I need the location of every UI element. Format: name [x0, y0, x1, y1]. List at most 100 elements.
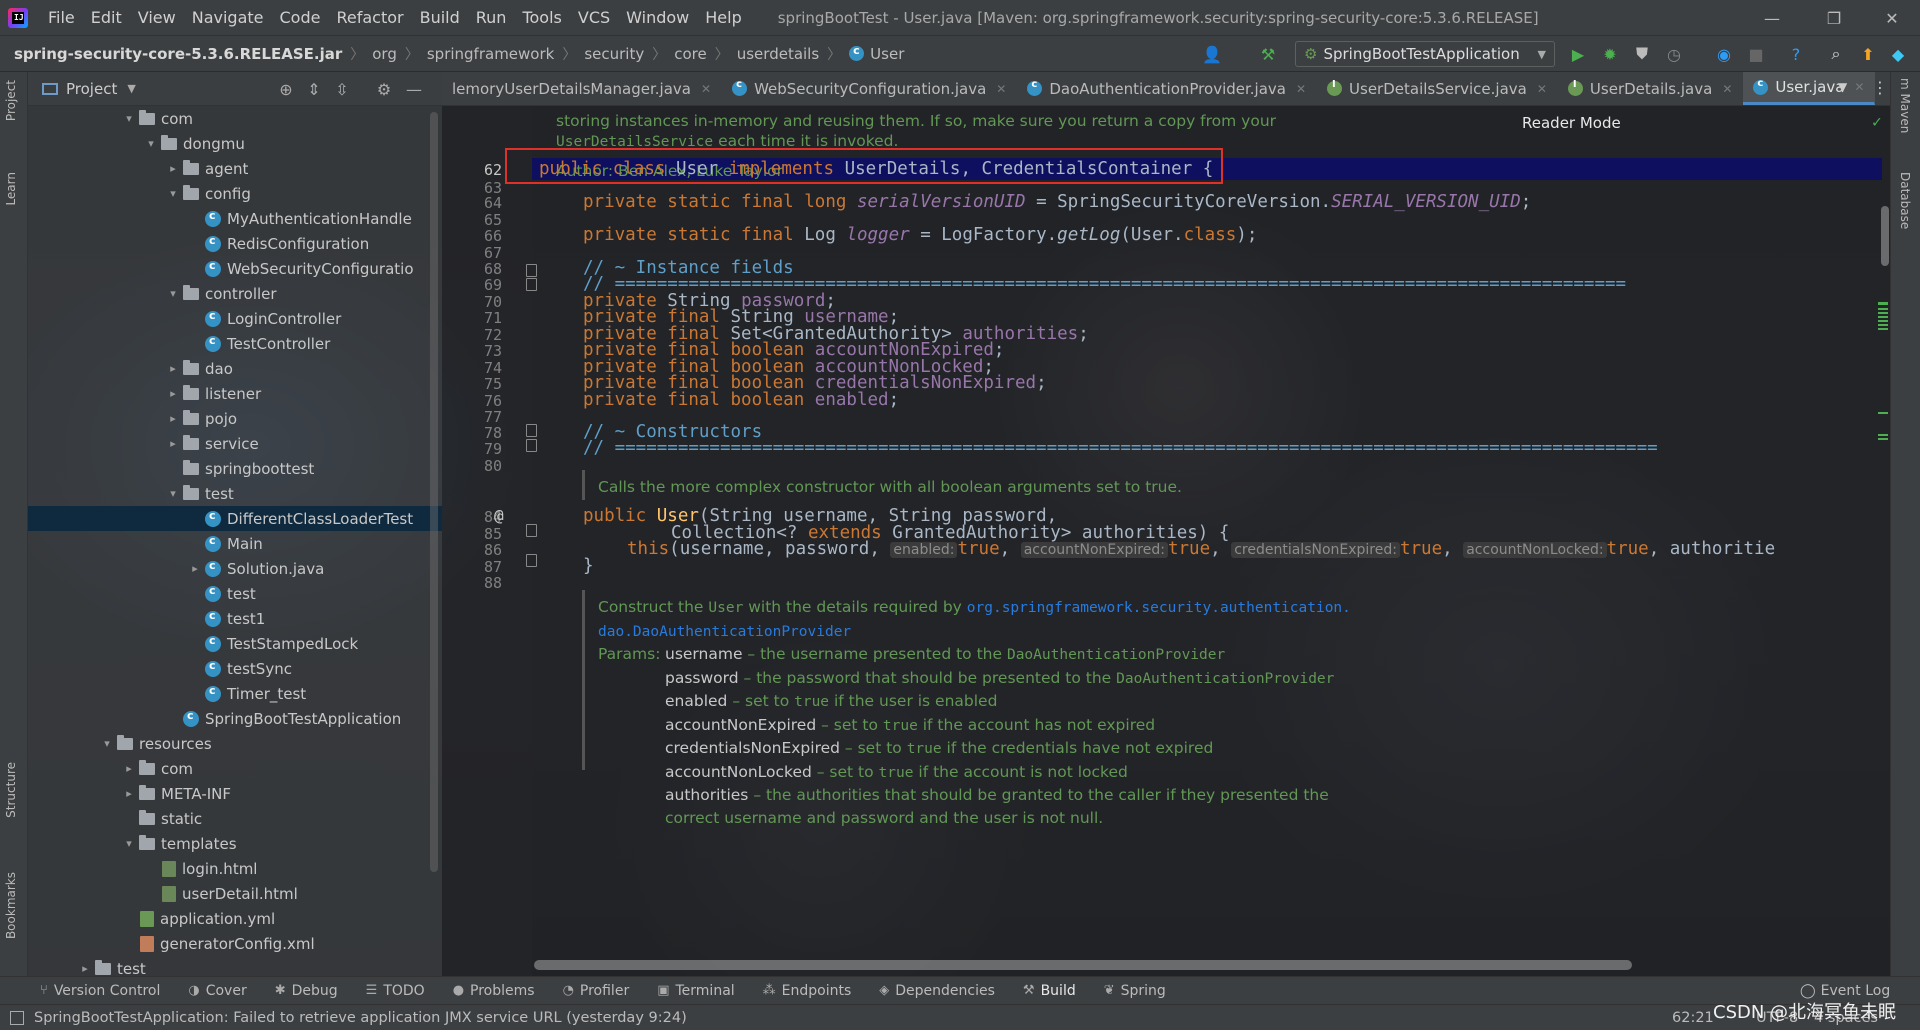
- vtab-learn[interactable]: Learn: [4, 172, 18, 206]
- tree-item[interactable]: Timer_test: [28, 681, 442, 706]
- tree-item[interactable]: SpringBootTestApplication: [28, 706, 442, 731]
- breadcrumb-springframework[interactable]: springframework: [427, 45, 554, 63]
- vtab-database[interactable]: Database: [1898, 172, 1912, 229]
- tree-item[interactable]: testSync: [28, 656, 442, 681]
- close-tab-icon[interactable]: ✕: [1854, 80, 1864, 94]
- tree-item[interactable]: ▸ pojo: [28, 406, 442, 431]
- tree-item[interactable]: Main: [28, 531, 442, 556]
- more-icon[interactable]: ⋮: [1872, 78, 1888, 97]
- tool-tab-cover[interactable]: ◑ Cover: [188, 983, 246, 999]
- chevron-down-icon[interactable]: ▼: [1838, 80, 1847, 94]
- tool-tab-version-control[interactable]: ⑂ Version Control: [40, 983, 160, 999]
- close-tab-icon[interactable]: ✕: [701, 82, 711, 96]
- tree-item[interactable]: TestController: [28, 331, 442, 356]
- tree-item[interactable]: LoginController: [28, 306, 442, 331]
- tree-item[interactable]: ▸ META-INF: [28, 781, 442, 806]
- minimize-icon[interactable]: —: [1744, 0, 1800, 36]
- doc-link[interactable]: dao.DaoAuthenticationProvider: [598, 624, 851, 640]
- menu-view[interactable]: View: [130, 0, 184, 36]
- editor-tab[interactable]: UserDetails.java ✕: [1558, 72, 1743, 105]
- editor-tab[interactable]: UserDetailsService.java ✕: [1317, 72, 1558, 105]
- doc-link[interactable]: org.springframework.security.authenticat…: [967, 600, 1351, 616]
- breadcrumb-org[interactable]: org: [372, 45, 397, 63]
- breadcrumb-jar[interactable]: spring-security-core-5.3.6.RELEASE.jar: [14, 45, 342, 63]
- chevron-right-icon[interactable]: ▸: [122, 787, 136, 800]
- code-editor[interactable]: Reader Mode ✓ storing instances in-memor…: [442, 106, 1890, 976]
- chevron-right-icon[interactable]: ▸: [166, 412, 180, 425]
- close-tab-icon[interactable]: ✕: [1537, 82, 1547, 96]
- tree-item[interactable]: application.yml: [28, 906, 442, 931]
- tool-tab-debug[interactable]: ✱ Debug: [275, 983, 338, 999]
- tree-item[interactable]: ▾ resources: [28, 731, 442, 756]
- search-icon[interactable]: ⌕: [1826, 44, 1846, 64]
- user-account-icon[interactable]: 👤: [1202, 44, 1222, 64]
- menu-edit[interactable]: Edit: [83, 0, 130, 36]
- fold-icon[interactable]: [526, 264, 537, 277]
- debug-icon[interactable]: ✹: [1600, 44, 1620, 64]
- tree-item[interactable]: ▾ config: [28, 181, 442, 206]
- chevron-down-icon[interactable]: ▾: [100, 737, 114, 750]
- profile-icon[interactable]: ◷: [1664, 44, 1684, 64]
- menu-refactor[interactable]: Refactor: [328, 0, 411, 36]
- menu-build[interactable]: Build: [412, 0, 468, 36]
- chevron-down-icon[interactable]: ▾: [166, 487, 180, 500]
- toolbox-icon[interactable]: ◆: [1888, 44, 1908, 64]
- menu-tools[interactable]: Tools: [514, 0, 569, 36]
- chevron-down-icon[interactable]: ▾: [122, 112, 136, 125]
- annotation-at-icon[interactable]: @: [494, 506, 504, 525]
- editor-tab[interactable]: User.java ✕: [1743, 72, 1876, 105]
- tree-item[interactable]: ▾ templates: [28, 831, 442, 856]
- fold-icon[interactable]: [526, 554, 537, 567]
- chevron-right-icon[interactable]: ▸: [166, 362, 180, 375]
- vtab-bookmarks[interactable]: Bookmarks: [4, 872, 18, 939]
- menu-vcs[interactable]: VCS: [570, 0, 618, 36]
- chevron-right-icon[interactable]: ▸: [166, 387, 180, 400]
- tool-tab-problems[interactable]: ● Problems: [453, 983, 535, 999]
- chevron-down-icon[interactable]: ▾: [122, 837, 136, 850]
- event-log-button[interactable]: ◯ Event Log: [1800, 983, 1890, 999]
- editor-tab[interactable]: DaoAuthenticationProvider.java ✕: [1017, 72, 1317, 105]
- tree-item[interactable]: RedisConfiguration: [28, 231, 442, 256]
- chevron-down-icon[interactable]: ▾: [166, 187, 180, 200]
- menu-code[interactable]: Code: [272, 0, 329, 36]
- close-icon[interactable]: ✕: [1864, 0, 1920, 36]
- tree-item[interactable]: test1: [28, 606, 442, 631]
- tree-item[interactable]: ▾ dongmu: [28, 131, 442, 156]
- tree-item[interactable]: static: [28, 806, 442, 831]
- stop-icon[interactable]: ■: [1746, 44, 1766, 64]
- tool-tab-profiler[interactable]: ◔ Profiler: [563, 983, 630, 999]
- vtab-project[interactable]: Project: [4, 80, 18, 121]
- horizontal-scrollbar[interactable]: [534, 960, 1632, 970]
- chevron-down-icon[interactable]: ▼: [127, 82, 135, 95]
- breadcrumb-userdetails[interactable]: userdetails: [737, 45, 819, 63]
- chevron-down-icon[interactable]: ▾: [144, 137, 158, 150]
- project-scrollbar[interactable]: [430, 112, 438, 872]
- inspection-ok-icon[interactable]: ✓: [1872, 112, 1882, 131]
- menu-file[interactable]: File: [40, 0, 83, 36]
- tree-item[interactable]: ▸ Solution.java: [28, 556, 442, 581]
- editor-tab[interactable]: lemoryUserDetailsManager.java ✕: [442, 72, 722, 105]
- hide-icon[interactable]: —: [404, 79, 424, 99]
- restore-icon[interactable]: ❐: [1806, 0, 1862, 36]
- gear-icon[interactable]: ⚙: [374, 79, 394, 99]
- vtab-maven[interactable]: m Maven: [1898, 78, 1912, 133]
- tree-item[interactable]: ▾ com: [28, 106, 442, 131]
- vtab-structure[interactable]: Structure: [4, 762, 18, 818]
- chevron-right-icon[interactable]: ▸: [78, 962, 92, 975]
- fold-icon[interactable]: [526, 439, 537, 452]
- run-configuration-select[interactable]: ⚙ SpringBootTestApplication ▼: [1295, 41, 1555, 67]
- build-hammer-icon[interactable]: ⚒: [1258, 44, 1278, 64]
- breadcrumb-security[interactable]: security: [584, 45, 644, 63]
- breadcrumb-user[interactable]: User: [870, 45, 904, 63]
- expand-all-icon[interactable]: ⇕: [304, 79, 324, 99]
- tool-tab-dependencies[interactable]: ◈ Dependencies: [879, 983, 995, 999]
- close-tab-icon[interactable]: ✕: [1296, 82, 1306, 96]
- reader-mode-button[interactable]: Reader Mode: [1522, 114, 1621, 132]
- toggle-panel-icon[interactable]: [10, 1010, 24, 1025]
- tree-item[interactable]: ▸ service: [28, 431, 442, 456]
- tree-item[interactable]: MyAuthenticationHandle: [28, 206, 442, 231]
- update-icon[interactable]: ◉: [1714, 44, 1734, 64]
- status-message[interactable]: SpringBootTestApplication: Failed to ret…: [34, 1010, 687, 1026]
- tree-item[interactable]: ▸ com: [28, 756, 442, 781]
- collapse-all-icon[interactable]: ⇳: [332, 79, 352, 99]
